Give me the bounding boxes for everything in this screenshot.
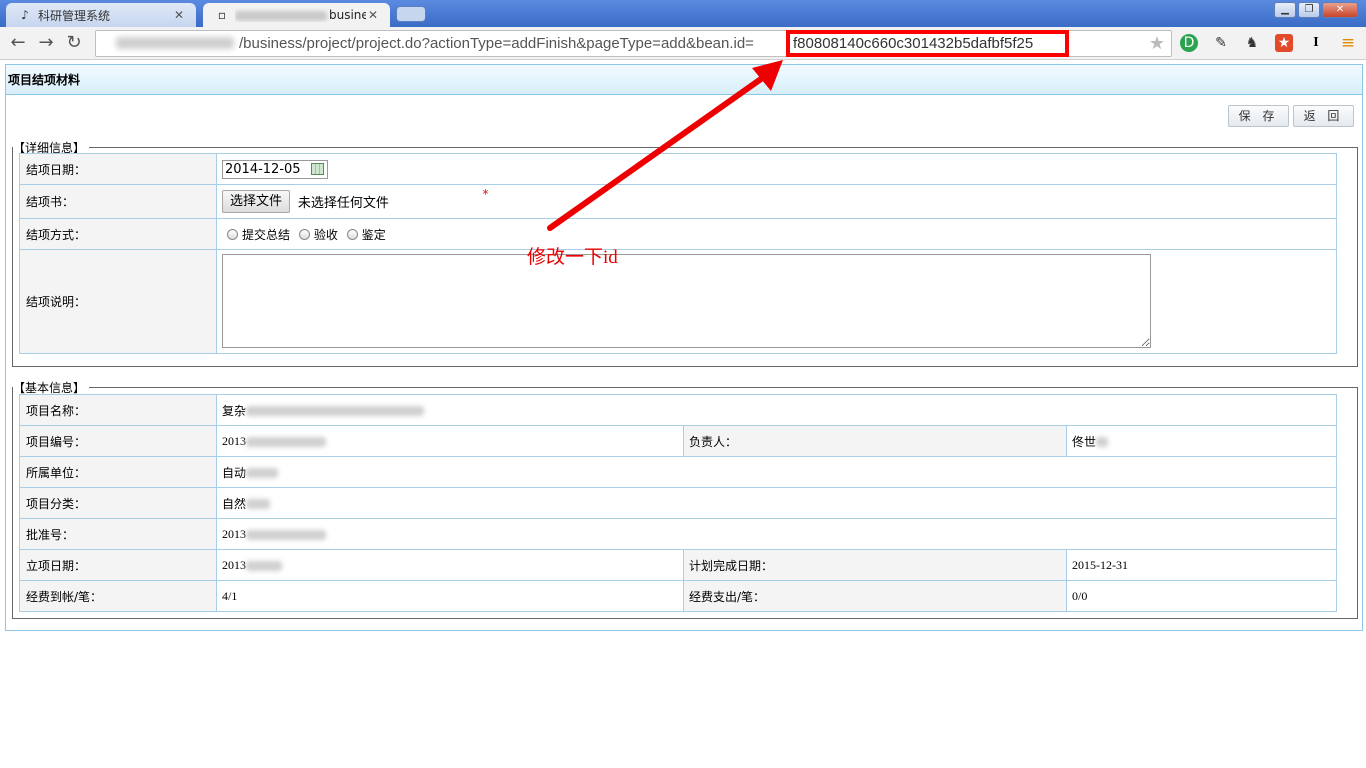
finish-materials-panel: 项目结项材料 保 存 返 回 【详细信息】 结项日期： 2014-12-05 结… xyxy=(5,64,1363,631)
back-button[interactable]: 返 回 xyxy=(1293,105,1354,127)
basic-table: 项目名称： 复杂 项目编号： 2013 负责人： 佟世 所属单位： 自动 项目分… xyxy=(19,394,1337,612)
funds-in-label: 经费到帐/笔： xyxy=(19,580,217,612)
approval-label: 批准号： xyxy=(19,518,217,550)
plan-date-value: 2015-12-31 xyxy=(1066,549,1337,581)
blurred-host xyxy=(235,10,327,21)
start-date-label: 立项日期： xyxy=(19,549,217,581)
extension-i-icon[interactable]: I xyxy=(1307,34,1325,52)
blurred-value xyxy=(246,529,326,540)
extension-star-icon[interactable]: ★ xyxy=(1275,34,1293,52)
table-row: 批准号： 2013 xyxy=(19,518,1337,550)
blurred-value xyxy=(1096,437,1109,447)
url-path: /business/project/project.do?actionType=… xyxy=(239,35,754,52)
browser-toolbar: ← → ↻ /business/project/project.do?actio… xyxy=(0,27,1366,60)
approval-value: 2013 xyxy=(222,526,246,541)
calendar-icon[interactable] xyxy=(311,163,324,175)
blurred-value xyxy=(246,499,271,509)
blurred-value xyxy=(246,406,425,416)
finish-date-label: 结项日期： xyxy=(19,153,217,185)
table-row: 结项说明： xyxy=(19,249,1337,354)
table-row: 结项书： 选择文件 未选择任何文件 * xyxy=(19,184,1337,219)
table-row: 所属单位： 自动 xyxy=(19,456,1337,488)
plan-date-label: 计划完成日期： xyxy=(683,549,1067,581)
tab-title: business xyxy=(329,8,366,22)
tab-business[interactable]: ▫ business ✕ xyxy=(203,3,390,27)
extension-d-icon[interactable]: D xyxy=(1180,34,1198,52)
desc-label: 结项说明： xyxy=(19,249,217,354)
method-label: 结项方式： xyxy=(19,218,217,250)
table-row: 经费到帐/笔： 4/1 经费支出/笔： 0/0 xyxy=(19,580,1337,612)
extension-tool-icon[interactable]: ✎ xyxy=(1212,34,1230,52)
minimize-button[interactable]: ▁ xyxy=(1274,2,1296,18)
tab-research-system[interactable]: ♪ 科研管理系统 ✕ xyxy=(6,3,196,27)
tab-close-icon[interactable]: ✕ xyxy=(366,8,380,22)
funds-out-label: 经费支出/笔： xyxy=(683,580,1067,612)
forward-arrow-icon[interactable]: → xyxy=(34,31,58,55)
table-row: 项目编号： 2013 负责人： 佟世 xyxy=(19,425,1337,457)
number-value: 2013 xyxy=(222,433,246,448)
new-tab-button[interactable] xyxy=(396,6,426,22)
page-title: 项目结项材料 xyxy=(6,65,1362,95)
method-option-label: 验收 xyxy=(313,227,338,242)
save-button[interactable]: 保 存 xyxy=(1228,105,1289,127)
table-row: 结项日期： 2014-12-05 xyxy=(19,153,1337,185)
bookmark-star-icon[interactable]: ★ xyxy=(1149,33,1165,54)
method-radio-summary[interactable] xyxy=(227,228,238,240)
table-row: 项目名称： 复杂 xyxy=(19,394,1337,426)
close-window-button[interactable]: ✕ xyxy=(1322,2,1358,18)
number-label: 项目编号： xyxy=(19,425,217,457)
method-option-label: 提交总结 xyxy=(242,227,291,242)
window-controls: ▁ ❐ ✕ xyxy=(1274,2,1358,18)
url-id: f80808140c660c301432b5dafbf5f25 xyxy=(793,35,1034,52)
required-mark: * xyxy=(482,187,489,201)
tab-strip: ♪ 科研管理系统 ✕ ▫ business ✕ ▁ ❐ ✕ xyxy=(0,0,1366,27)
blurred-value xyxy=(246,468,279,478)
unit-value: 自动 xyxy=(222,465,247,480)
unit-label: 所属单位： xyxy=(19,456,217,488)
blurred-value xyxy=(246,560,282,571)
app-logo-icon: ♪ xyxy=(21,8,29,22)
reload-icon[interactable]: ↻ xyxy=(62,31,86,55)
method-radio-acceptance[interactable] xyxy=(298,228,310,240)
table-row: 结项方式： 提交总结 验收 鉴定 xyxy=(19,218,1337,250)
finish-date-input[interactable]: 2014-12-05 xyxy=(222,159,328,179)
funds-out-value: 0/0 xyxy=(1066,580,1337,612)
menu-icon[interactable]: ≡ xyxy=(1339,34,1357,52)
tab-title: 科研管理系统 xyxy=(38,8,111,23)
funds-in-value: 4/1 xyxy=(216,580,684,612)
owner-value: 佟世 xyxy=(1072,434,1097,449)
name-label: 项目名称： xyxy=(19,394,217,426)
method-option-label: 鉴定 xyxy=(361,227,386,242)
tab-close-icon[interactable]: ✕ xyxy=(172,8,186,22)
table-row: 项目分类： 自然 xyxy=(19,487,1337,519)
page-icon: ▫ xyxy=(217,8,227,22)
blurred-url-host xyxy=(116,37,234,49)
desc-textarea[interactable] xyxy=(222,253,1151,348)
restore-button[interactable]: ❐ xyxy=(1298,2,1320,18)
book-label: 结项书： xyxy=(19,184,217,219)
file-status: 未选择任何文件 xyxy=(297,196,389,211)
category-label: 项目分类： xyxy=(19,487,217,519)
detail-table: 结项日期： 2014-12-05 结项书： 选择文件 未选择任何文件 * 结项方… xyxy=(19,153,1337,354)
extension-evernote-icon[interactable]: ♞ xyxy=(1243,34,1261,52)
url-id-highlight: f80808140c660c301432b5dafbf5f25 xyxy=(786,30,1069,57)
owner-label: 负责人： xyxy=(683,425,1067,457)
method-radio-appraisal[interactable] xyxy=(346,228,358,240)
blurred-value xyxy=(246,436,326,447)
annotation-text: 修改一下id xyxy=(527,247,618,268)
back-arrow-icon[interactable]: ← xyxy=(6,31,30,55)
table-row: 立项日期： 2013 计划完成日期： 2015-12-31 xyxy=(19,549,1337,581)
category-value: 自然 xyxy=(222,496,247,511)
choose-file-button[interactable]: 选择文件 xyxy=(222,190,291,213)
address-bar[interactable]: /business/project/project.do?actionType=… xyxy=(95,30,1172,57)
name-value: 复杂 xyxy=(222,403,247,418)
start-date-value: 2013 xyxy=(222,557,246,572)
